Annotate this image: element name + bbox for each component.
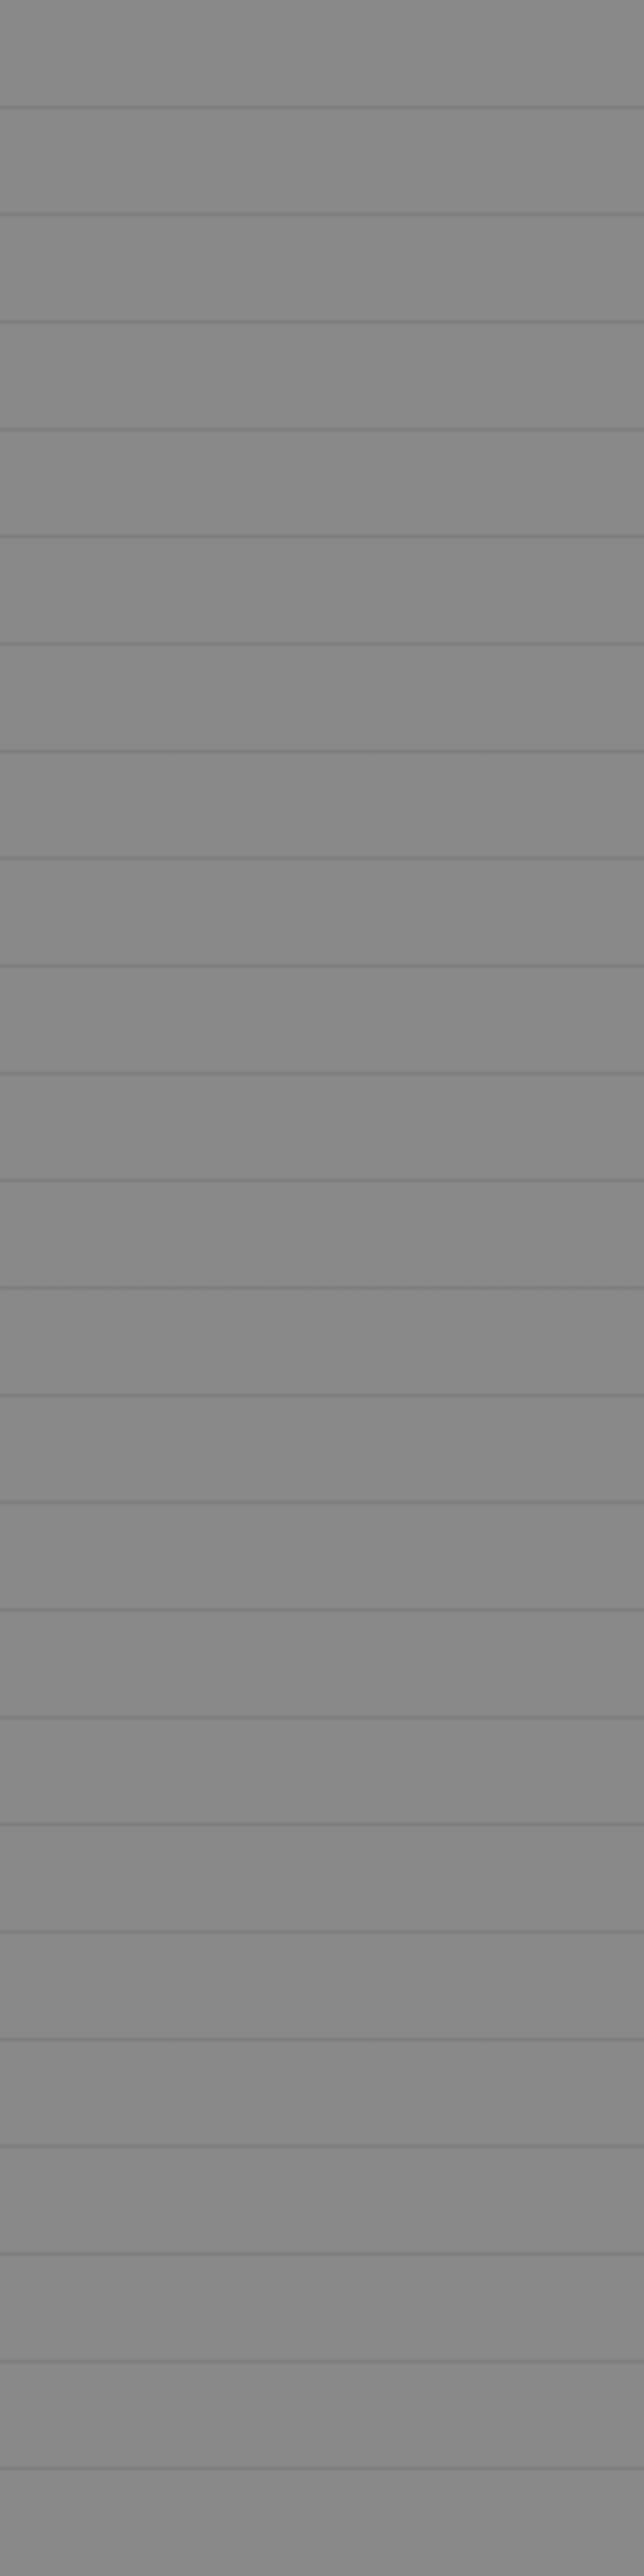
stripe-band	[0, 1396, 644, 1507]
stripe-band	[0, 2040, 644, 2151]
stripe-band	[0, 752, 644, 863]
stripe-band	[0, 1180, 644, 1292]
stripe-band	[0, 2468, 644, 2576]
stripe-band	[0, 0, 644, 111]
stripe-band	[0, 430, 644, 541]
stripe-band	[0, 1718, 644, 1829]
stripe-band	[0, 2146, 644, 2258]
stripe-band	[0, 1074, 644, 1185]
stripe-band	[0, 214, 644, 326]
stripe-band	[0, 1932, 644, 2043]
stripe-band	[0, 536, 644, 648]
stripe-band	[0, 322, 644, 433]
stripe-band	[0, 644, 644, 755]
striped-gray-surface	[0, 0, 644, 2576]
stripe-band	[0, 1288, 644, 1399]
stripe-band	[0, 1502, 644, 1614]
stripe-band	[0, 1610, 644, 1721]
stripe-band	[0, 2254, 644, 2365]
stripe-band	[0, 966, 644, 1077]
stripe-band	[0, 2362, 644, 2473]
stripe-band	[0, 858, 644, 970]
stripe-band	[0, 1824, 644, 1936]
stripe-band	[0, 108, 644, 219]
